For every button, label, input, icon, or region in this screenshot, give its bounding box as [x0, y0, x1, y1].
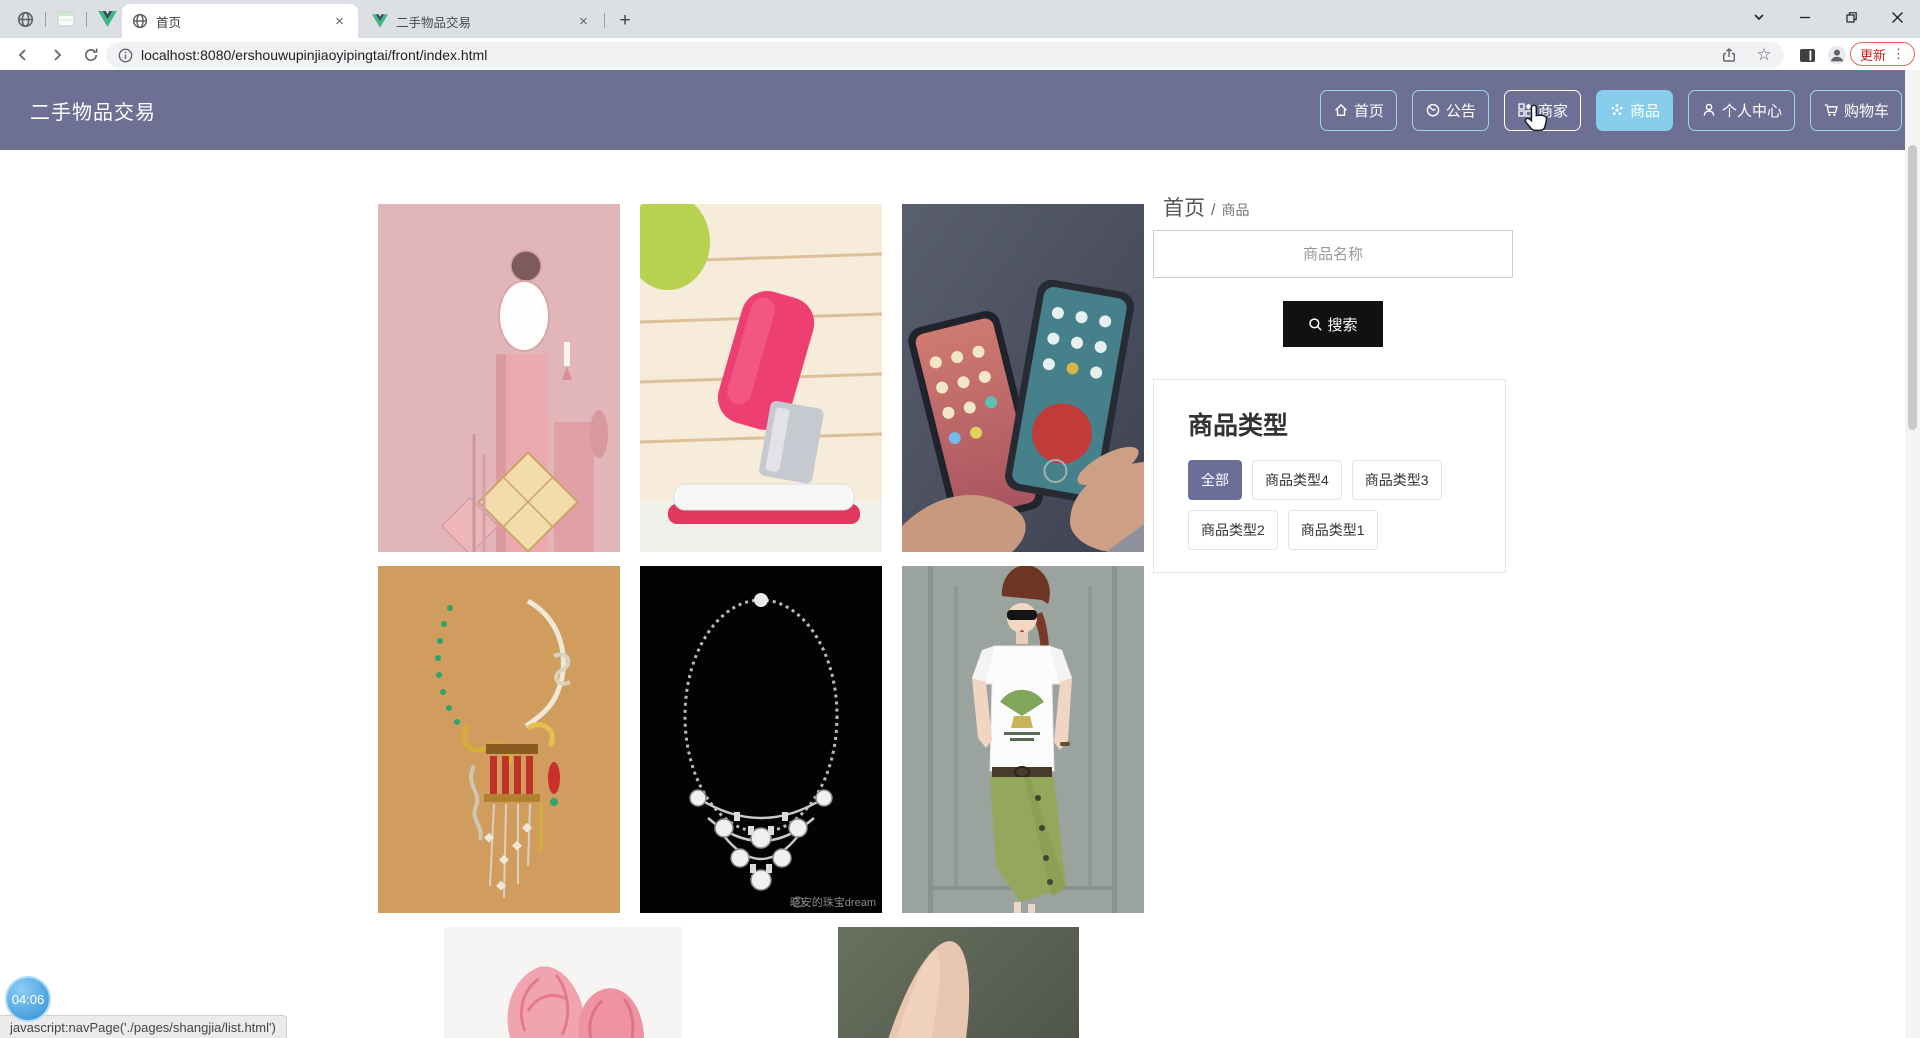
product-card-jewelry-sketch[interactable]: [378, 566, 620, 913]
search-button-label: 搜索: [1327, 314, 1357, 335]
browser-toolbar: localhost:8080/ershouwupinjiaoyipingtai/…: [0, 38, 1920, 71]
update-label: 更新: [1860, 45, 1886, 64]
cart-icon: [1823, 102, 1839, 118]
breadcrumb-home[interactable]: 首页: [1163, 197, 1205, 220]
pinned-tab-sheet[interactable]: [49, 5, 83, 33]
pink-stapler-photo: [640, 204, 882, 552]
pinned-tab-separator: [86, 12, 87, 27]
nav-label: 首页: [1354, 100, 1384, 121]
breadcrumb-separator: /: [1211, 202, 1215, 219]
product-card-roses[interactable]: [444, 927, 682, 1038]
scrollbar-thumb[interactable]: [1908, 145, 1917, 430]
page-scrollbar[interactable]: [1905, 70, 1920, 1038]
nav-button-announcements[interactable]: 公告: [1412, 90, 1489, 131]
status-bar-link-preview: javascript:navPage('./pages/shangjia/lis…: [0, 1015, 287, 1038]
tab-separator: [604, 13, 605, 28]
chip-type2[interactable]: 商品类型2: [1188, 510, 1278, 550]
product-card-cosmetics[interactable]: [378, 204, 620, 552]
minimize-button[interactable]: [1782, 0, 1828, 34]
forward-icon[interactable]: [44, 42, 70, 68]
vue-logo-icon: [372, 13, 388, 29]
nav-menu: 首页 公告 商家: [1320, 90, 1902, 131]
tab-site[interactable]: 二手物品交易 ×: [362, 4, 602, 38]
nav-button-goods[interactable]: 商品: [1596, 90, 1673, 131]
product-name-input[interactable]: [1153, 230, 1513, 278]
nav-button-profile[interactable]: 个人中心: [1688, 90, 1795, 131]
white-tee-green-skirt-outfit-photo: [902, 566, 1144, 913]
tab-strip: 首页 × 二手物品交易 × +: [0, 0, 1920, 38]
timer-text: 04:06: [12, 992, 45, 1007]
diamond-necklace-photo: 晓安的珠宝dream: [640, 566, 882, 913]
product-card-phones[interactable]: [902, 204, 1144, 552]
mouse-cursor-hand: [1524, 103, 1551, 138]
tab-title: 首页: [156, 12, 331, 31]
fingertips-closeup-photo: [838, 927, 1079, 1038]
magnifier-icon: [1308, 317, 1323, 332]
nav-label: 公告: [1446, 100, 1476, 121]
nav-label: 购物车: [1844, 100, 1889, 121]
globe-icon: [17, 11, 34, 28]
two-iphones-in-hands-photo: [902, 204, 1144, 552]
window-controls: [1736, 0, 1920, 34]
product-card-outfit[interactable]: [902, 566, 1144, 913]
tab-home[interactable]: 首页 ×: [122, 4, 358, 38]
new-tab-button[interactable]: +: [612, 8, 638, 34]
back-icon[interactable]: [10, 42, 36, 68]
more-menu-icon[interactable]: ⋮: [1892, 46, 1905, 62]
pink-roses-photo: [444, 927, 682, 1038]
tab-title: 二手物品交易: [396, 12, 575, 31]
address-bar[interactable]: localhost:8080/ershouwupinjiaoyipingtai/…: [106, 42, 1784, 68]
nav-button-cart[interactable]: 购物车: [1810, 90, 1902, 131]
close-window-button[interactable]: [1874, 0, 1920, 34]
pinned-tab-separator: [45, 12, 46, 27]
recording-timer-badge: 04:06: [5, 976, 51, 1022]
status-bar-text: javascript:navPage('./pages/shangjia/lis…: [10, 1020, 276, 1035]
search-button[interactable]: 搜索: [1283, 301, 1383, 347]
breadcrumb: 首页 / 商品: [1163, 192, 1249, 222]
share-icon[interactable]: [1716, 42, 1742, 68]
tab-close-icon[interactable]: ×: [575, 13, 592, 30]
nav-label: 商品: [1630, 100, 1660, 121]
chip-type4[interactable]: 商品类型4: [1252, 460, 1342, 500]
goods-icon: [1609, 102, 1625, 118]
product-card-diamond-necklace[interactable]: 晓安的珠宝dream: [640, 566, 882, 913]
breadcrumb-current: 商品: [1221, 202, 1249, 218]
globe-icon: [132, 13, 148, 29]
chip-type1[interactable]: 商品类型1: [1288, 510, 1378, 550]
chip-type3[interactable]: 商品类型3: [1352, 460, 1442, 500]
product-type-chips: 全部 商品类型4 商品类型3 商品类型2 商品类型1: [1188, 460, 1480, 550]
browser-window: 首页 × 二手物品交易 × +: [0, 0, 1920, 1038]
side-panel-icon[interactable]: [1794, 42, 1820, 68]
jewelry-design-sketch-photo: [378, 566, 620, 913]
chip-all[interactable]: 全部: [1188, 460, 1242, 500]
product-card-stapler[interactable]: [640, 204, 882, 552]
product-card-fingers[interactable]: [838, 927, 1079, 1038]
pinned-tabs: [8, 4, 124, 34]
site-info-icon[interactable]: [118, 48, 133, 63]
product-type-panel: 商品类型 全部 商品类型4 商品类型3 商品类型2 商品类型1: [1153, 379, 1506, 573]
pinned-tab-globe[interactable]: [8, 5, 42, 33]
pinned-tab-vue[interactable]: [90, 5, 124, 33]
chrome-update-button[interactable]: 更新 ⋮: [1850, 42, 1915, 66]
user-icon: [1701, 102, 1717, 118]
spreadsheet-icon: [57, 11, 75, 27]
vue-logo-icon: [98, 11, 117, 27]
home-icon: [1333, 102, 1349, 118]
announce-icon: [1425, 102, 1441, 118]
restore-button[interactable]: [1828, 0, 1874, 34]
tab-close-icon[interactable]: ×: [331, 13, 348, 30]
profile-avatar-icon[interactable]: [1824, 42, 1850, 68]
url-text: localhost:8080/ershouwupinjiaoyipingtai/…: [141, 47, 487, 63]
site-navbar: 二手物品交易 首页 公告 商家: [0, 70, 1920, 150]
nav-button-home[interactable]: 首页: [1320, 90, 1397, 131]
site-brand[interactable]: 二手物品交易: [30, 96, 156, 125]
photo-watermark: 晓安的珠宝dream: [790, 895, 876, 909]
nav-label: 个人中心: [1722, 100, 1782, 121]
reload-icon[interactable]: [78, 42, 104, 68]
product-type-title: 商品类型: [1188, 406, 1505, 442]
tab-search-chevron-icon[interactable]: [1736, 0, 1782, 34]
pink-cosmetics-photo: [378, 204, 620, 552]
bookmark-star-icon[interactable]: ☆: [1751, 42, 1777, 68]
